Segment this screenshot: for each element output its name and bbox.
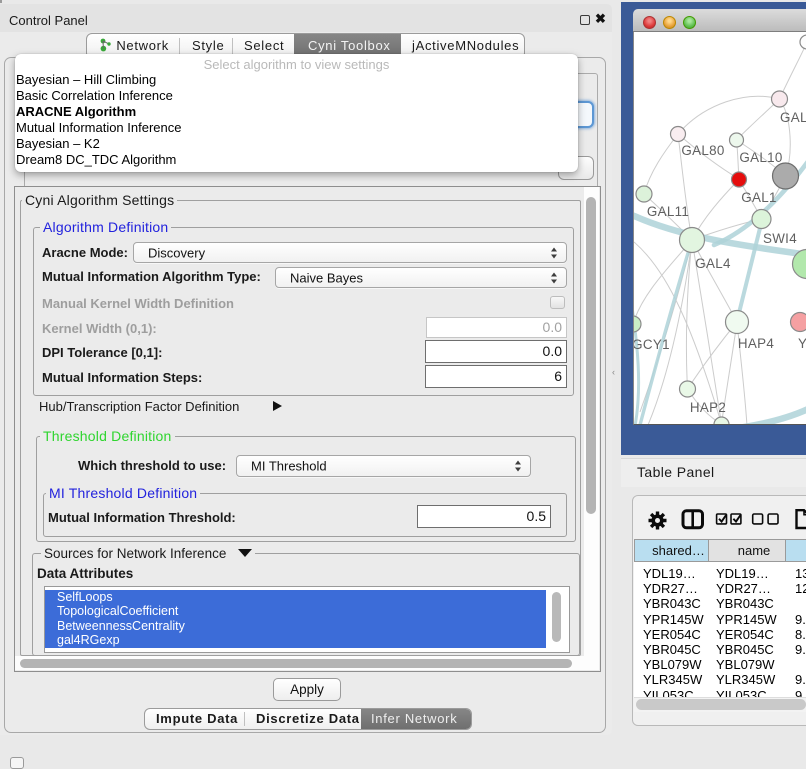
svg-text:GAL1: GAL1 — [741, 190, 776, 205]
svg-text:GAL10: GAL10 — [739, 150, 782, 165]
svg-text:HAP2: HAP2 — [690, 400, 726, 415]
svg-text:GCY1: GCY1 — [634, 337, 670, 352]
svg-text:Y: Y — [798, 336, 806, 351]
svg-text:SWI4: SWI4 — [763, 231, 797, 246]
svg-text:GAL: GAL — [780, 110, 806, 125]
svg-text:GAL80: GAL80 — [681, 143, 724, 158]
svg-text:GAL11: GAL11 — [647, 204, 689, 219]
svg-text:HAP4: HAP4 — [738, 336, 774, 351]
svg-text:GAL4: GAL4 — [695, 256, 731, 271]
